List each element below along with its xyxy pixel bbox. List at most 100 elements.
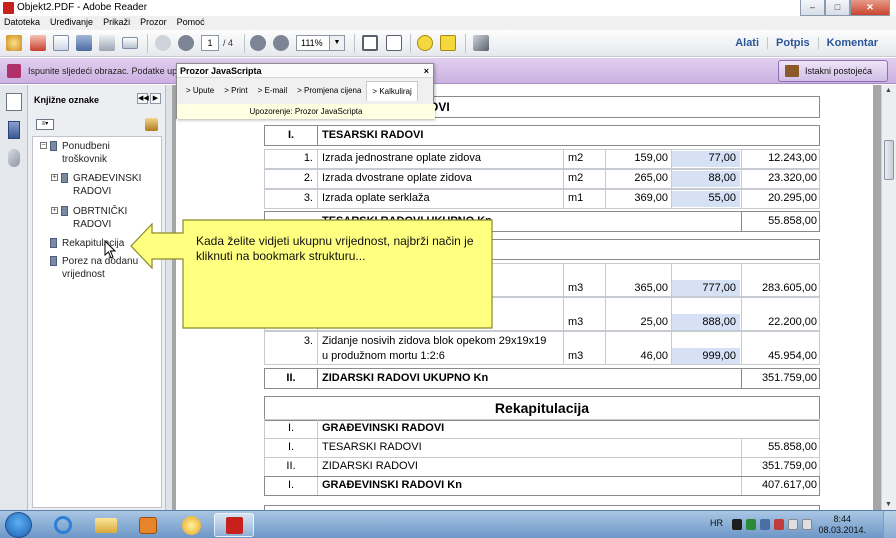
close-panel-icon[interactable]: ▶ [150,93,161,104]
tray-app-icon[interactable] [732,519,742,530]
options-menu-icon[interactable]: ≡▾ [36,119,54,130]
network-icon[interactable] [788,519,798,530]
main-toolbar: 1 / 4 111% ▼ Alati Potpis Komentar [0,30,896,57]
rekap-value: 407.617,00 [761,479,817,491]
taskbar-adobe-reader[interactable] [214,513,254,537]
page-number-input[interactable]: 1 [201,35,219,51]
menu-uredivanje[interactable]: Uređivanje [50,16,93,30]
javascript-window-title: Prozor JavaScripta [177,64,433,78]
row-price[interactable]: 88,00 [672,170,736,188]
zidarski-sum-row: II. ZIDARSKI RADOVI UKUPNO Kn 351.759,00 [264,368,820,389]
mouse-cursor-icon [104,240,117,259]
sign-link[interactable]: Potpis [767,37,818,49]
expand-icon[interactable]: + [51,207,58,214]
scroll-up-icon[interactable]: ▲ [885,87,892,94]
start-button[interactable] [5,512,32,538]
row-total: 20.295,00 [768,192,817,204]
zoom-input[interactable]: 111% [296,35,330,51]
language-indicator[interactable]: HR [710,518,723,528]
save-icon[interactable] [76,35,92,51]
expand-icon[interactable]: + [51,174,58,181]
row-description-line2: u produžnom mortu 1:2:6 [322,350,445,362]
attachments-icon[interactable] [8,149,20,167]
zoom-dropdown-icon[interactable]: ▼ [330,35,345,51]
row-description: Izrada dvostrane oplate zidova [322,172,472,184]
tab-kalkuliraj[interactable]: > Kalkuliraj [366,81,418,101]
tab-upute[interactable]: > Upute [181,81,219,101]
row-total: 45.954,00 [768,350,817,362]
row-price[interactable]: 55,00 [672,190,736,208]
row-price[interactable]: 888,00 [672,314,736,331]
email-icon[interactable] [122,37,138,49]
menu-prikazi[interactable]: Prikaži [103,16,130,30]
fullscreen-icon[interactable] [473,35,489,51]
tools-link[interactable]: Alati [727,37,767,49]
row-price[interactable]: 999,00 [672,348,736,365]
collapse-panel-icon[interactable]: ◀◀ [137,93,149,104]
bookmark-icon [50,238,57,248]
row-price[interactable]: 77,00 [672,150,736,168]
maximize-button[interactable]: □ [825,0,850,16]
form-notification-bar: Ispunite sljedeći obrazac. Podatke upisa… [0,58,896,96]
tab-print[interactable]: > Print [219,81,252,101]
create-icon[interactable] [6,35,22,51]
rekap-row: I. GRAĐEVINSKI RADOVI [264,419,820,439]
menu-datoteka[interactable]: Datoteka [4,16,40,30]
tesarski-title-row: I. TESARSKI RADOVI [264,125,820,146]
fit-width-icon[interactable] [386,35,402,51]
adobe-pdf-icon [3,2,14,14]
minimize-button[interactable]: – [800,0,825,16]
close-button[interactable]: ✕ [850,0,890,16]
page-thumbnails-icon[interactable] [6,93,22,111]
rekap-num: I. [287,422,295,434]
edit-icon[interactable] [53,35,69,51]
tab-email[interactable]: > E-mail [253,81,293,101]
comment-link[interactable]: Komentar [817,37,886,49]
vertical-scrollbar[interactable]: ▲ ▼ [881,85,896,510]
tray-update-icon[interactable] [760,519,770,530]
row-unit: m3 [568,350,584,362]
show-desktop-button[interactable] [883,511,896,538]
panel-splitter[interactable] [165,85,172,510]
collapse-icon[interactable]: − [40,142,47,149]
print-icon[interactable] [99,35,115,51]
volume-icon[interactable] [802,519,812,530]
taskbar-ie[interactable] [44,513,84,537]
row-price[interactable]: 777,00 [672,280,736,297]
callout-text: Kada želite vidjeti ukupnu vrijednost, n… [196,234,474,263]
zoom-out-icon[interactable] [250,35,266,51]
highlight-fields-button[interactable]: Istakni postojeća polja [778,60,888,96]
tab-promjena-cijena[interactable]: > Promjena cijena [292,81,366,101]
next-page-icon[interactable] [178,35,194,51]
highlight-icon[interactable] [440,35,456,51]
taskbar-explorer[interactable] [86,513,126,537]
bookmark-gradevinski-radovi[interactable]: + GRAĐEVINSKI RADOVI [51,172,153,198]
tray-security-icon[interactable] [746,519,756,530]
zoom-in-icon[interactable] [273,35,289,51]
taskbar-media-player[interactable] [128,513,168,537]
pdf-create-icon[interactable] [30,35,46,51]
scroll-down-icon[interactable]: ▼ [885,501,892,508]
clock[interactable]: 8:44 08.03.2014. [818,514,866,536]
scrollbar-thumb[interactable] [884,140,894,180]
comment-icon[interactable] [417,35,433,51]
tesarski-num: I. [287,129,295,141]
tray-flag-icon[interactable] [774,519,784,530]
javascript-window-close-icon[interactable]: × [424,64,429,78]
bookmark-obrtnicki-radovi[interactable]: + OBRTNIČKI RADOVI [51,205,153,231]
find-bookmark-icon[interactable] [145,118,158,131]
menu-prozor[interactable]: Prozor [140,16,167,30]
taskbar-app[interactable] [172,513,212,537]
row-quantity: 369,00 [634,192,668,204]
table-row: om 29x19x14 m3 25,00 888,00 22.200,00 [264,297,820,331]
bookmark-ponudbeni-troskovnik[interactable]: − Ponudbeni troškovnik [40,140,152,166]
zidarski-sum-value: 351.759,00 [761,372,817,384]
prev-page-icon[interactable] [155,35,171,51]
fit-page-icon[interactable] [362,35,378,51]
rekap-value: 351.759,00 [761,460,817,472]
menu-pomoc[interactable]: Pomoć [177,16,205,30]
bookmarks-panel: Knjižne oznake ◀◀ ▶ ≡▾ − Ponudbeni trošk… [28,85,165,510]
rekap-value: 55.858,00 [768,441,817,453]
bookmarks-icon[interactable] [8,121,20,139]
row-quantity: 25,00 [640,316,668,328]
